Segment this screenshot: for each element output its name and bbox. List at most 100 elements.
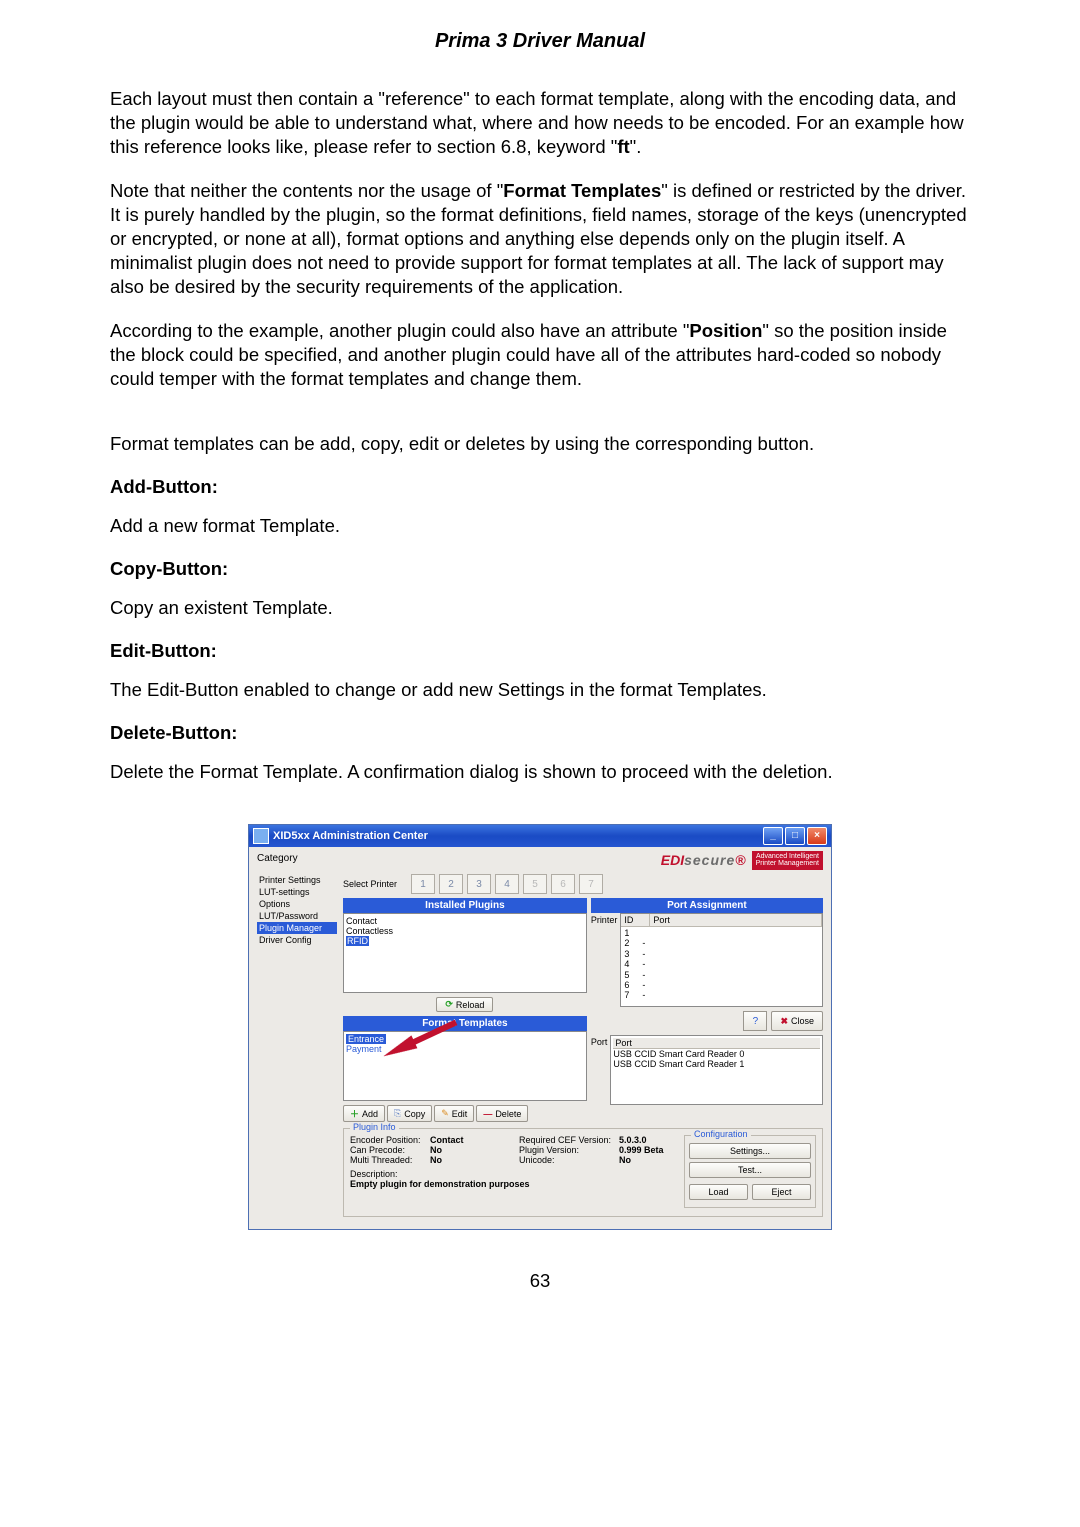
port-list-header: Port [613,1038,820,1049]
table-row[interactable]: 1 [624,928,819,938]
configuration-group: Configuration Settings... Test... Load E… [684,1135,816,1208]
copy-icon: ⎘ [394,1108,401,1119]
settings-button[interactable]: Settings... [689,1143,811,1159]
heading-copy: Copy-Button: [110,558,970,580]
copy-button[interactable]: ⎘Copy [387,1105,432,1122]
eject-button[interactable]: Eject [752,1184,811,1200]
help-button[interactable]: ? [743,1011,767,1031]
plugin-item-rfid[interactable]: RFID [346,936,584,946]
plugin-item-contact[interactable]: Contact [346,916,584,926]
printer-tab-5[interactable]: 5 [523,874,547,894]
text-add: Add a new format Template. [110,514,970,538]
plugin-info-group: Plugin Info Encoder Position:Contact Can… [343,1128,823,1217]
add-label: Add [362,1109,378,1119]
app-window: XID5xx Administration Center _ □ × Categ… [248,824,832,1230]
port-assignment-header: Port Assignment [591,898,823,913]
load-button[interactable]: Load [689,1184,748,1200]
maximize-button[interactable]: □ [785,827,805,845]
printer-tab-2[interactable]: 2 [439,874,463,894]
installed-plugins-header: Installed Plugins [343,898,587,913]
sidebar-item-lut-password[interactable]: LUT/Password [257,910,337,922]
port-item-0[interactable]: USB CCID Smart Card Reader 0 [613,1049,820,1059]
text-copy: Copy an existent Template. [110,596,970,620]
printer-tab-3[interactable]: 3 [467,874,491,894]
pi-value: 5.0.3.0 [619,1135,647,1145]
app-icon [253,828,269,844]
printer-tab-1[interactable]: 1 [411,874,435,894]
brand-sub-2: Printer Management [756,860,819,867]
add-button[interactable]: ＋Add [343,1105,385,1122]
close-panel-button[interactable]: ✖ Close [771,1011,823,1031]
paragraph-4: Format templates can be add, copy, edit … [110,432,970,456]
plugin-info-table: Encoder Position:Contact Can Precode:No … [350,1135,680,1189]
configuration-legend: Configuration [691,1129,751,1139]
table-row[interactable]: 3- [624,949,819,959]
table-row[interactable]: 4- [624,959,819,969]
paragraph-1: Each layout must then contain a "referen… [110,87,970,159]
pi-desc-value: Empty plugin for demonstration purposes [350,1179,680,1189]
brand-secure: secure [684,852,735,868]
delete-label: Delete [495,1109,521,1119]
pi-label: Unicode: [519,1155,619,1165]
ft-item-entrance[interactable]: Entrance [346,1034,584,1044]
port-item-1[interactable]: USB CCID Smart Card Reader 1 [613,1059,820,1069]
text: Each layout must then contain a "referen… [110,88,964,157]
plugin-item-contactless[interactable]: Contactless [346,926,584,936]
printer-tab-4[interactable]: 4 [495,874,519,894]
table-row[interactable]: 6- [624,980,819,990]
sidebar-item-options[interactable]: Options [257,898,337,910]
copy-label: Copy [404,1109,425,1119]
pi-label: Encoder Position: [350,1135,430,1145]
heading-edit: Edit-Button: [110,640,970,662]
text: Note that neither the contents nor the u… [110,180,503,201]
format-templates-header: Format Templates [343,1016,587,1031]
printer-tab-7[interactable]: 7 [579,874,603,894]
delete-button[interactable]: —Delete [476,1105,528,1122]
pi-value: No [430,1155,442,1165]
port-list[interactable]: Port USB CCID Smart Card Reader 0 USB CC… [610,1035,823,1105]
page-number: 63 [110,1270,970,1292]
installed-plugins-list[interactable]: Contact Contactless RFID [343,913,587,993]
text: ". [630,136,642,157]
text-bold: Format Templates [503,180,661,201]
pi-value: No [430,1145,442,1155]
col-port: Port [650,914,822,926]
sidebar-item-plugin-manager[interactable]: Plugin Manager [257,922,337,934]
printer-port-table[interactable]: ID Port 1 2- 3- 4- 5- [620,913,823,1007]
brand-sub-1: Advanced Intelligent [756,853,819,860]
col-id: ID [621,914,650,926]
brand-edi: EDI [661,852,684,868]
table-row[interactable]: 5- [624,970,819,980]
port-side-label: Port [591,1035,611,1105]
text-bold: Position [689,320,762,341]
edit-button[interactable]: ✎Edit [434,1105,474,1122]
printer-tab-6[interactable]: 6 [551,874,575,894]
close-label: Close [791,1016,814,1026]
table-row[interactable]: 7- [624,990,819,1000]
edit-label: Edit [452,1109,468,1119]
reload-button[interactable]: ⟳ Reload [436,997,493,1012]
sidebar-item-driver-config[interactable]: Driver Config [257,934,337,946]
pi-value: No [619,1155,631,1165]
printer-side-label: Printer [591,913,621,1007]
brand-star: ® [735,852,745,868]
category-sidebar: Printer Settings LUT-settings Options LU… [257,874,337,1217]
test-button[interactable]: Test... [689,1162,811,1178]
select-printer-label: Select Printer [343,879,397,889]
question-icon: ? [753,1016,759,1027]
minimize-button[interactable]: _ [763,827,783,845]
format-templates-list[interactable]: Entrance Payment [343,1031,587,1101]
table-row[interactable]: 2- [624,938,819,948]
window-title: XID5xx Administration Center [273,830,428,842]
plus-icon: ＋ [350,1107,359,1120]
text-edit: The Edit-Button enabled to change or add… [110,678,970,702]
sidebar-item-printer-settings[interactable]: Printer Settings [257,874,337,886]
brand-logo: EDIsecure® [661,852,746,868]
plugin-info-legend: Plugin Info [350,1122,399,1132]
pi-desc-label: Description: [350,1169,680,1179]
paragraph-2: Note that neither the contents nor the u… [110,179,970,299]
close-button[interactable]: × [807,827,827,845]
edit-icon: ✎ [441,1108,449,1119]
text-bold: ft [617,136,629,157]
sidebar-item-lut-settings[interactable]: LUT-settings [257,886,337,898]
